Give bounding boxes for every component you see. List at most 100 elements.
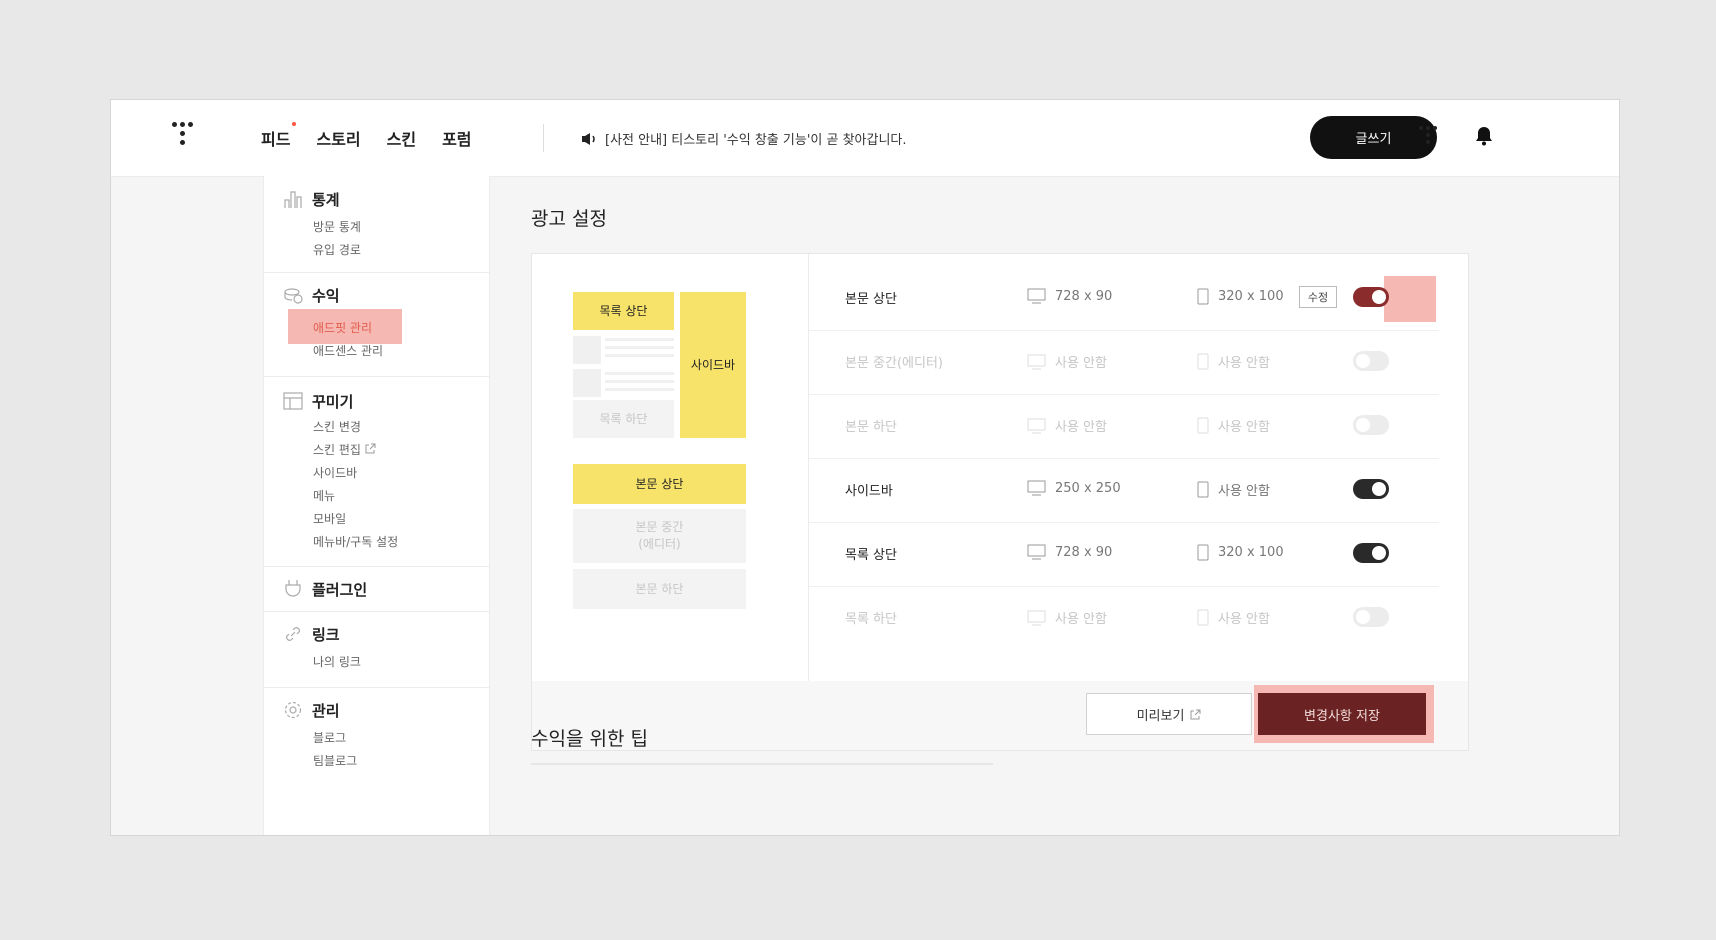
admin-sidebar: 통계 방문 통계 유입 경로 수익 애드핏 관리 애드센스 관리 꾸미기 스킨 … [263, 176, 490, 835]
external-link-icon [365, 443, 376, 454]
slot-pc-size: 728 x 90 [1027, 288, 1112, 304]
slot-pc-size: 728 x 90 [1027, 544, 1112, 560]
notice-banner[interactable]: [사전 안내] 티스토리 '수익 창출 기능'이 곧 찾아갑니다. [581, 129, 907, 148]
monitor-icon [1027, 288, 1046, 304]
sidebar-item-blog[interactable]: 블로그 [313, 729, 346, 746]
save-highlight: 변경사항 저장 [1254, 685, 1434, 743]
slot-name: 사이드바 [845, 484, 893, 499]
slot-name: 본문 하단 [845, 420, 897, 435]
sidebar-item-visit-stats[interactable]: 방문 통계 [313, 218, 361, 235]
top-header: 피드 스토리 스킨 포럼 [사전 안내] 티스토리 '수익 창출 기능'이 곧 … [111, 100, 1619, 177]
mobile-icon [1197, 609, 1209, 626]
slot-toggle[interactable] [1353, 607, 1389, 627]
mobile-icon [1197, 288, 1209, 305]
sidebar-item-adsense[interactable]: 애드센스 관리 [313, 342, 383, 359]
sidebar-revenue-title[interactable]: 수익 [282, 284, 340, 306]
sidebar-section-link: 링크 나의 링크 [264, 611, 489, 688]
nav-forum[interactable]: 포럼 [442, 126, 471, 150]
diagram-body-bottom: 본문 하단 [573, 569, 746, 609]
slot-name: 본문 상단 [845, 292, 897, 307]
sidebar-plugin-title[interactable]: 플러그인 [282, 578, 367, 600]
nav-skin[interactable]: 스킨 [387, 126, 416, 150]
bell-icon[interactable] [1475, 126, 1493, 150]
slot-mobile-size: 사용 안함 [1197, 480, 1270, 499]
preview-button[interactable]: 미리보기 [1086, 693, 1252, 735]
sidebar-section-plugin: 플러그인 [264, 566, 489, 612]
sidebar-section-revenue: 수익 애드핏 관리 애드센스 관리 [264, 272, 489, 377]
slot-toggle[interactable] [1353, 479, 1389, 499]
diagram-line [605, 354, 674, 357]
tips-card-edge [531, 763, 993, 765]
sidebar-item-skin-change[interactable]: 스킨 변경 [313, 418, 361, 435]
slot-mobile-size: 사용 안함 [1197, 416, 1270, 435]
speaker-icon [582, 132, 595, 145]
slot-mobile-size: 사용 안함 [1197, 352, 1270, 371]
sidebar-item-menu[interactable]: 메뉴 [313, 487, 335, 504]
link-icon [286, 627, 300, 641]
diagram-body-top: 본문 상단 [573, 464, 746, 504]
tips-title: 수익을 위한 팁 [531, 728, 648, 750]
slot-mobile-size: 320 x 100 [1197, 544, 1284, 561]
card-footer: 미리보기 변경사항 저장 [532, 681, 1468, 750]
write-button[interactable]: 글쓰기 [1310, 116, 1437, 159]
page-title: 광고 설정 [531, 208, 607, 230]
ad-slot-row: 본문 하단 사용 안함 사용 안함 [809, 394, 1439, 459]
sidebar-item-referrer[interactable]: 유입 경로 [313, 241, 361, 258]
slot-toggle[interactable] [1353, 351, 1389, 371]
slot-pc-size: 사용 안함 [1027, 416, 1107, 435]
sidebar-section-manage: 관리 블로그 팀블로그 [264, 687, 489, 835]
diagram-line [605, 338, 674, 341]
ad-settings-card: 목록 상단 사이드바 목록 하단 본문 상단 본문 중간 (에디터) 본문 하단… [531, 253, 1469, 751]
slot-name: 목록 하단 [845, 612, 897, 627]
sidebar-item-my-link[interactable]: 나의 링크 [313, 653, 361, 670]
ad-slot-row: 본문 상단 728 x 90 320 x 100 수정 [809, 266, 1439, 331]
gear-icon [284, 701, 302, 719]
header-divider [543, 124, 544, 152]
diagram-list-bottom: 목록 하단 [573, 400, 674, 438]
nav-story[interactable]: 스토리 [316, 126, 360, 150]
sidebar-item-skin-edit[interactable]: 스킨 편집 [313, 441, 376, 458]
external-link-icon [1190, 709, 1201, 719]
tistory-logo-icon[interactable] [172, 122, 200, 150]
slot-name: 목록 상단 [845, 548, 897, 563]
bar-chart-icon [284, 191, 302, 208]
profile-menu-icon[interactable] [1419, 126, 1441, 148]
edit-button[interactable]: 수정 [1299, 286, 1337, 308]
slot-pc-size: 사용 안함 [1027, 352, 1107, 371]
monitor-icon [1027, 354, 1046, 369]
slot-toggle[interactable] [1353, 287, 1389, 307]
monitor-icon [1027, 544, 1046, 560]
slot-name: 본문 중간(에디터) [845, 356, 943, 371]
plug-icon [285, 580, 301, 597]
diagram-line [605, 380, 674, 383]
layout-icon [283, 392, 303, 410]
diagram-sidebar: 사이드바 [680, 292, 746, 438]
sidebar-item-mobile[interactable]: 모바일 [313, 510, 346, 527]
sidebar-manage-title[interactable]: 관리 [282, 699, 340, 721]
ad-slot-row: 목록 하단 사용 안함 사용 안함 [809, 586, 1439, 650]
new-dot-icon [292, 122, 297, 126]
monitor-icon [1027, 480, 1046, 496]
diagram-line [605, 372, 674, 375]
slot-toggle[interactable] [1353, 415, 1389, 435]
diagram-thumb [573, 336, 601, 364]
monitor-icon [1027, 610, 1046, 625]
sidebar-item-sidebar[interactable]: 사이드바 [313, 464, 357, 481]
diagram-line [605, 388, 674, 391]
sidebar-stats-title[interactable]: 통계 [282, 188, 340, 210]
mobile-icon [1197, 417, 1209, 434]
slot-toggle[interactable] [1353, 543, 1389, 563]
coin-icon [284, 288, 303, 304]
ad-slot-row: 목록 상단 728 x 90 320 x 100 [809, 522, 1439, 587]
nav-feed[interactable]: 피드 [261, 122, 297, 150]
sidebar-item-team-blog[interactable]: 팀블로그 [313, 752, 357, 769]
sidebar-link-title[interactable]: 링크 [282, 623, 340, 645]
save-button[interactable]: 변경사항 저장 [1258, 693, 1426, 735]
sidebar-decor-title[interactable]: 꾸미기 [282, 390, 353, 412]
slot-mobile-size: 320 x 100 [1197, 288, 1284, 305]
sidebar-item-menubar[interactable]: 메뉴바/구독 설정 [313, 533, 398, 550]
mobile-icon [1197, 544, 1209, 561]
main-nav: 피드 스토리 스킨 포럼 [261, 122, 498, 150]
slot-pc-size: 사용 안함 [1027, 608, 1107, 627]
sidebar-item-adfit[interactable]: 애드핏 관리 [313, 319, 372, 336]
